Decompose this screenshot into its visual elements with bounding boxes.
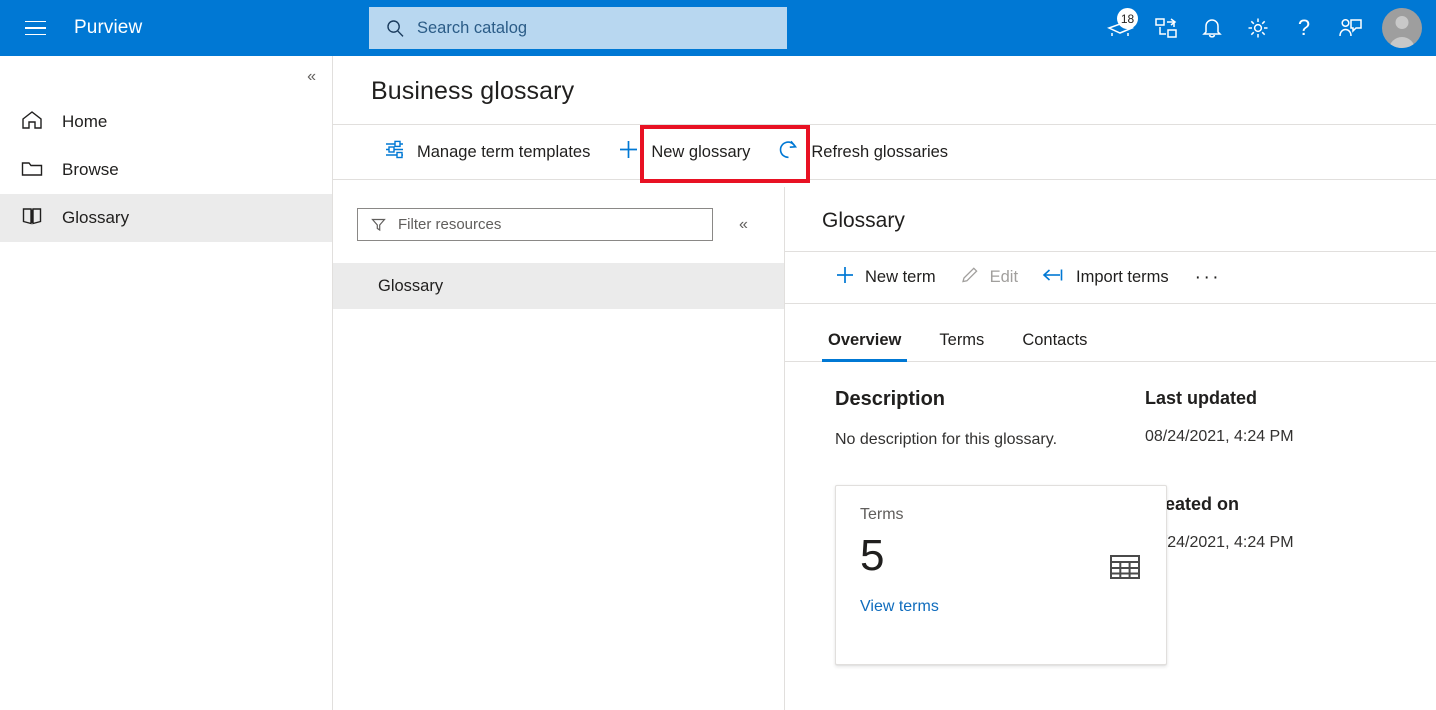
- home-icon: [20, 108, 44, 137]
- hypervisor-icon[interactable]: 18: [1098, 6, 1142, 50]
- search-catalog-box[interactable]: [369, 7, 787, 49]
- page-title: Business glossary: [333, 56, 1436, 106]
- list-item-label: Glossary: [378, 277, 443, 296]
- sidebar-item-home[interactable]: Home: [0, 98, 332, 146]
- filter-funnel-icon: [371, 217, 386, 232]
- tab-label: Terms: [939, 331, 984, 349]
- sidebar-item-browse[interactable]: Browse: [0, 146, 332, 194]
- detail-title: Glossary: [785, 187, 1436, 233]
- new-glossary-button[interactable]: New glossary: [604, 124, 764, 180]
- import-terms-button[interactable]: Import terms: [1030, 251, 1181, 304]
- gear-icon[interactable]: [1236, 6, 1280, 50]
- plus-icon: [618, 139, 639, 165]
- command-label: Refresh glossaries: [811, 143, 948, 162]
- glossary-command-bar: Manage term templates New glossary: [333, 124, 1436, 180]
- book-icon: [20, 204, 44, 233]
- view-terms-link[interactable]: View terms: [860, 598, 939, 616]
- chevron-double-left-icon[interactable]: «: [307, 69, 316, 85]
- data-map-icon[interactable]: [1144, 6, 1188, 50]
- filter-input[interactable]: [398, 216, 673, 233]
- ellipsis-icon[interactable]: ···: [1181, 267, 1235, 289]
- sidebar-item-label: Browse: [62, 160, 119, 180]
- list-panel-collapse-icon[interactable]: «: [739, 217, 748, 233]
- purview-glossary-page: Purview 18: [0, 0, 1436, 710]
- sliders-icon: [384, 139, 405, 165]
- hamburger-icon[interactable]: [11, 0, 59, 56]
- tab-label: Overview: [828, 331, 901, 349]
- tab-label: Contacts: [1022, 331, 1087, 349]
- glossary-detail-panel: Glossary New term: [785, 187, 1436, 710]
- command-label: Edit: [990, 268, 1018, 287]
- list-item-glossary[interactable]: Glossary: [333, 263, 784, 309]
- main-content: Business glossary Manage term: [333, 56, 1436, 710]
- plus-icon: [835, 265, 855, 290]
- brand-title: Purview: [74, 17, 142, 39]
- glossary-list-panel: « Glossary: [333, 187, 785, 710]
- tab-overview[interactable]: Overview: [822, 331, 907, 361]
- avatar[interactable]: [1382, 8, 1422, 48]
- avatar-head: [1396, 16, 1409, 29]
- description-text: No description for this glossary.: [835, 431, 1145, 449]
- overview-pane: Description No description for this glos…: [785, 362, 1436, 665]
- top-bar-icon-group: 18: [1098, 0, 1428, 56]
- arrow-left-import-icon: [1042, 266, 1066, 289]
- command-label: Manage term templates: [417, 143, 590, 162]
- tab-contacts[interactable]: Contacts: [1016, 331, 1093, 361]
- detail-tabs: Overview Terms Contacts: [785, 304, 1436, 362]
- filter-resources-box[interactable]: [357, 208, 713, 241]
- refresh-icon: [778, 139, 799, 165]
- command-label: New glossary: [651, 143, 750, 162]
- detail-command-bar: New term Edit: [785, 251, 1436, 304]
- pencil-icon: [960, 265, 980, 290]
- left-sidebar: « Home Browse: [0, 56, 333, 710]
- folder-icon: [20, 156, 44, 185]
- last-updated-label: Last updated: [1145, 388, 1385, 409]
- manage-term-templates-button[interactable]: Manage term templates: [370, 124, 604, 180]
- created-on-label: Created on: [1145, 494, 1385, 515]
- card-title: Terms: [860, 506, 1142, 524]
- help-question-icon[interactable]: ?: [1282, 6, 1326, 50]
- sidebar-item-glossary[interactable]: Glossary: [0, 194, 332, 242]
- command-label: New term: [865, 268, 936, 287]
- overview-left-column: Description No description for this glos…: [785, 388, 1145, 665]
- search-icon: [386, 19, 405, 38]
- notification-bell-icon[interactable]: [1190, 6, 1234, 50]
- svg-text:?: ?: [1298, 15, 1310, 40]
- terms-count-value: 5: [860, 534, 1142, 578]
- command-label: Import terms: [1076, 268, 1169, 287]
- notification-count-badge: 18: [1117, 8, 1138, 29]
- overview-right-column: Last updated 08/24/2021, 4:24 PM Created…: [1145, 388, 1385, 665]
- filter-row: «: [333, 187, 784, 241]
- tab-terms[interactable]: Terms: [933, 331, 990, 361]
- description-heading: Description: [835, 388, 1145, 411]
- top-navigation-bar: Purview 18: [0, 0, 1436, 56]
- new-term-button[interactable]: New term: [823, 251, 948, 304]
- edit-button: Edit: [948, 251, 1030, 304]
- created-on-block: Created on 08/24/2021, 4:24 PM: [1145, 494, 1385, 556]
- table-grid-icon: [1110, 554, 1140, 585]
- sidebar-collapse-row: «: [0, 56, 332, 98]
- last-updated-value: 08/24/2021, 4:24 PM: [1145, 423, 1295, 450]
- feedback-person-icon[interactable]: [1328, 6, 1372, 50]
- sidebar-item-label: Home: [62, 112, 107, 132]
- terms-count-card: Terms 5 View terms: [835, 485, 1167, 665]
- created-on-value: 08/24/2021, 4:24 PM: [1145, 529, 1295, 556]
- avatar-body: [1389, 37, 1415, 48]
- last-updated-block: Last updated 08/24/2021, 4:24 PM: [1145, 388, 1385, 450]
- sidebar-item-label: Glossary: [62, 208, 129, 228]
- search-input[interactable]: [417, 19, 747, 38]
- refresh-glossaries-button[interactable]: Refresh glossaries: [764, 124, 962, 180]
